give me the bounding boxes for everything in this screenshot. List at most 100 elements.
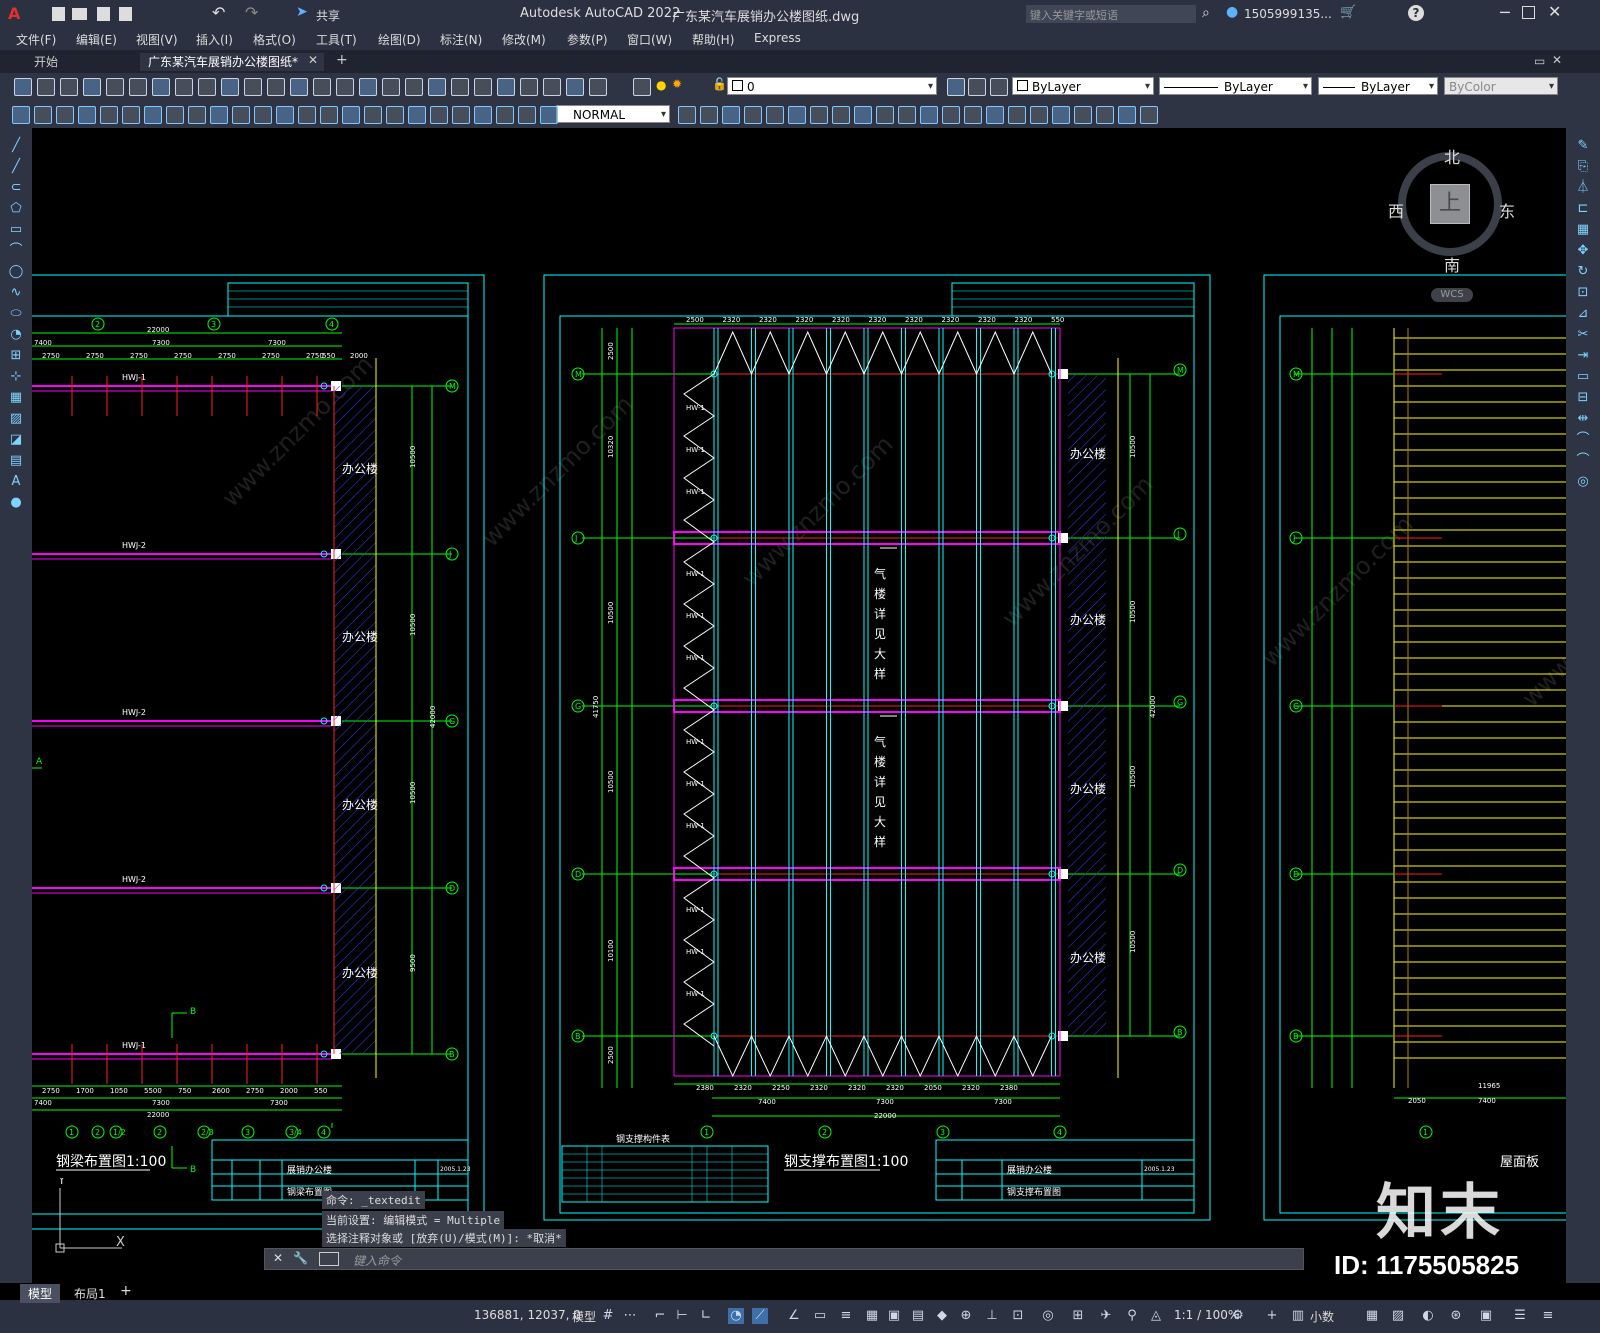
draw-tool-icon-18[interactable] [408, 106, 426, 124]
draw-tool-icon-8[interactable] [188, 106, 206, 124]
right-tool-icon-16[interactable]: ◎ [1574, 474, 1592, 490]
menu-item-11[interactable]: 帮助(H) [692, 31, 734, 48]
standard-tool-icon-5[interactable] [129, 78, 147, 96]
status-toggle-icon-21[interactable]: ◬ [1148, 1308, 1164, 1324]
draw-tool-icon-46[interactable] [1140, 106, 1158, 124]
share-button[interactable]: 共享 [316, 7, 340, 24]
right-tool-icon-2[interactable]: ⏃ [1574, 180, 1592, 196]
standard-tool-icon-7[interactable] [175, 78, 193, 96]
draw-tool-icon-19[interactable] [430, 106, 448, 124]
right-tool-icon-14[interactable]: ⌒ [1574, 432, 1592, 448]
right-tool-icon-0[interactable]: ✎ [1574, 138, 1592, 154]
standard-tool-icon-28[interactable] [968, 78, 986, 96]
menu-item-2[interactable]: 视图(V) [136, 31, 178, 48]
cart-icon[interactable]: 🛒 [1340, 5, 1356, 20]
left-tool-icon-1[interactable]: ╱ [8, 159, 24, 175]
status-toggle-icon-0[interactable]: # [600, 1308, 616, 1324]
draw-tool-icon-9[interactable] [210, 106, 228, 124]
status-toggle-icon-14[interactable]: ⊕ [958, 1308, 974, 1324]
tab-drawing[interactable]: 广东某汽车展销办公楼图纸* [140, 53, 324, 71]
standard-tool-icon-4[interactable] [106, 78, 124, 96]
standard-tool-icon-14[interactable] [336, 78, 354, 96]
status-toggle-icon-17[interactable]: ◎ [1040, 1308, 1056, 1324]
standard-tool-icon-24[interactable] [566, 78, 584, 96]
draw-tool-icon-10[interactable] [232, 106, 250, 124]
menu-item-10[interactable]: 窗口(W) [627, 31, 672, 48]
standard-tool-icon-8[interactable] [198, 78, 216, 96]
draw-tool-icon-37[interactable] [942, 106, 960, 124]
standard-tool-icon-27[interactable] [947, 78, 965, 96]
draw-tool-icon-22[interactable] [496, 106, 514, 124]
draw-tool-icon-21[interactable] [474, 106, 492, 124]
right-tool-icon-12[interactable]: ⊟ [1574, 390, 1592, 406]
draw-tool-icon-26[interactable] [700, 106, 718, 124]
search-field[interactable]: 键入关键字或短语 [1026, 5, 1196, 23]
layer-lock-icon[interactable]: 🔓 [712, 77, 727, 91]
left-tool-icon-13[interactable]: ▨ [8, 411, 24, 427]
standard-tool-icon-13[interactable] [313, 78, 331, 96]
menu-item-12[interactable]: Express [754, 31, 801, 45]
status-toggle-icon-20[interactable]: ⚲ [1124, 1308, 1140, 1324]
status-toggle-icon-7[interactable]: ∠ [786, 1308, 802, 1324]
draw-tool-icon-33[interactable] [854, 106, 872, 124]
viewcube-west[interactable]: 西 [1388, 198, 1404, 222]
right-tool-icon-5[interactable]: ✥ [1574, 243, 1592, 259]
draw-tool-icon-40[interactable] [1008, 106, 1026, 124]
draw-tool-icon-5[interactable] [122, 106, 140, 124]
viewcube[interactable]: 北 南 西 东 上 WCS [1388, 140, 1515, 330]
standard-tool-icon-3[interactable] [83, 78, 101, 96]
viewcube-south[interactable]: 南 [1444, 252, 1460, 276]
wcs-button[interactable]: WCS [1431, 288, 1473, 302]
status-toggle-icon-28[interactable]: ⊛ [1448, 1308, 1464, 1324]
left-tool-icon-7[interactable]: ∿ [8, 285, 24, 301]
standard-tool-icon-6[interactable] [152, 78, 170, 96]
right-tool-icon-7[interactable]: ⊡ [1574, 285, 1592, 301]
layer-sun-icon[interactable]: ✹ [672, 77, 682, 91]
draw-tool-icon-14[interactable] [320, 106, 338, 124]
left-tool-icon-16[interactable]: A [8, 474, 24, 490]
search-icon[interactable]: ⌕ [1202, 5, 1210, 21]
draw-tool-icon-28[interactable] [744, 106, 762, 124]
textstyle-dropdown[interactable]: NORMAL [556, 105, 670, 124]
left-tool-icon-8[interactable]: ⬭ [8, 306, 24, 322]
left-tool-icon-14[interactable]: ◪ [8, 432, 24, 448]
status-toggle-icon-16[interactable]: ⊡ [1010, 1308, 1026, 1324]
viewcube-east[interactable]: 东 [1499, 198, 1515, 222]
right-tool-icon-3[interactable]: ⊏ [1574, 201, 1592, 217]
standard-tool-icon-26[interactable] [633, 78, 651, 96]
status-toggle-icon-15[interactable]: ⊥ [984, 1308, 1000, 1324]
status-toggle-icon-30[interactable]: ☰ [1512, 1308, 1528, 1324]
right-tool-icon-6[interactable]: ↻ [1574, 264, 1592, 280]
right-tool-icon-10[interactable]: ⇥ [1574, 348, 1592, 364]
user-icon[interactable]: ● [1226, 4, 1238, 20]
standard-tool-icon-17[interactable] [405, 78, 423, 96]
menu-item-6[interactable]: 绘图(D) [378, 31, 421, 48]
standard-tool-icon-22[interactable] [520, 78, 538, 96]
layer-bulb-icon[interactable]: ● [656, 78, 666, 92]
left-tool-icon-3[interactable]: ⬠ [8, 201, 24, 217]
command-customize-icon[interactable]: 🔧 [293, 1251, 308, 1265]
right-tool-icon-8[interactable]: ⊿ [1574, 306, 1592, 322]
left-tool-icon-6[interactable]: ◯ [8, 264, 24, 280]
menu-item-3[interactable]: 插入(I) [196, 31, 233, 48]
draw-tool-icon-7[interactable] [166, 106, 184, 124]
new-file-icon[interactable] [52, 7, 65, 21]
maximize-button[interactable] [1522, 6, 1535, 19]
draw-tool-icon-31[interactable] [810, 106, 828, 124]
status-toggle-icon-26[interactable]: ▨ [1390, 1308, 1406, 1324]
status-toggle-icon-23[interactable]: + [1264, 1308, 1280, 1324]
status-toggle-icon-13[interactable]: ◆ [934, 1308, 950, 1324]
menu-item-7[interactable]: 标注(N) [440, 31, 482, 48]
draw-tool-icon-2[interactable] [56, 106, 74, 124]
draw-tool-icon-38[interactable] [964, 106, 982, 124]
menu-item-9[interactable]: 参数(P) [567, 31, 608, 48]
draw-tool-icon-34[interactable] [876, 106, 894, 124]
share-icon[interactable]: ➤ [296, 4, 308, 20]
status-toggle-icon-27[interactable]: ◐ [1420, 1308, 1436, 1324]
close-drawing-button[interactable]: ✕ [1552, 53, 1562, 67]
redo-icon[interactable]: ↷ [245, 3, 258, 22]
left-tool-icon-9[interactable]: ◔ [8, 327, 24, 343]
left-tool-icon-15[interactable]: ▤ [8, 453, 24, 469]
draw-tool-icon-30[interactable] [788, 106, 806, 124]
menu-item-1[interactable]: 编辑(E) [76, 31, 117, 48]
